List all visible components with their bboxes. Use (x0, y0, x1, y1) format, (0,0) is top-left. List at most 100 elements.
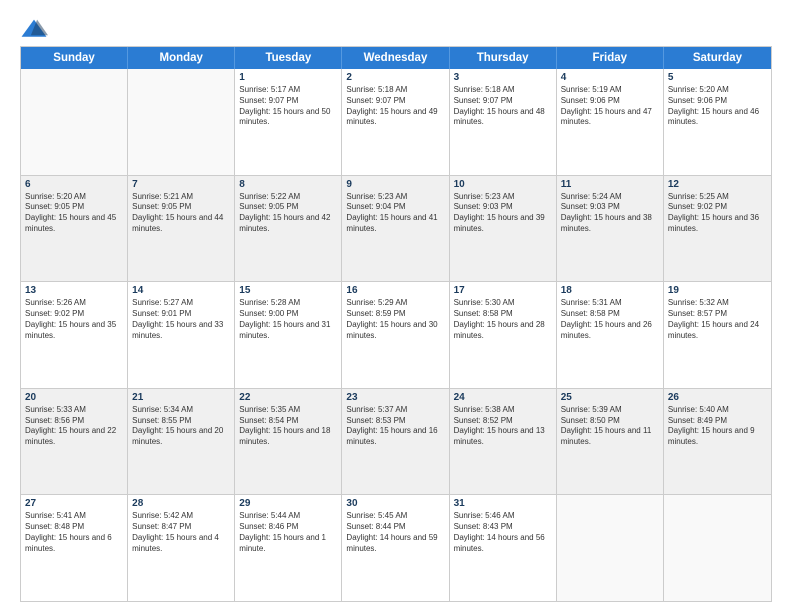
day-number: 2 (346, 72, 444, 83)
calendar-cell: 1 Sunrise: 5:17 AM Sunset: 9:07 PM Daylig… (235, 69, 342, 175)
day-info: Sunrise: 5:20 AM Sunset: 9:06 PM Dayligh… (668, 85, 767, 128)
day-number: 27 (25, 498, 123, 509)
header-day-sunday: Sunday (21, 47, 128, 69)
calendar-row-4: 20 Sunrise: 5:33 AM Sunset: 8:56 PM Dayli… (21, 388, 771, 495)
day-number: 6 (25, 179, 123, 190)
calendar-cell: 19 Sunrise: 5:32 AM Sunset: 8:57 PM Dayli… (664, 282, 771, 388)
calendar-cell: 25 Sunrise: 5:39 AM Sunset: 8:50 PM Dayli… (557, 389, 664, 495)
day-number: 31 (454, 498, 552, 509)
day-info: Sunrise: 5:46 AM Sunset: 8:43 PM Dayligh… (454, 511, 552, 554)
header-row (20, 18, 772, 40)
day-number: 17 (454, 285, 552, 296)
calendar-cell: 9Sunrise: 5:23 AM Sunset: 9:04 PM Daylig… (342, 176, 449, 282)
day-info: Sunrise: 5:30 AM Sunset: 8:58 PM Dayligh… (454, 298, 552, 341)
day-info: Sunrise: 5:39 AM Sunset: 8:50 PM Dayligh… (561, 405, 659, 448)
day-info: Sunrise: 5:34 AM Sunset: 8:55 PM Dayligh… (132, 405, 230, 448)
calendar-cell: 21 Sunrise: 5:34 AM Sunset: 8:55 PM Dayli… (128, 389, 235, 495)
day-number: 24 (454, 392, 552, 403)
calendar-row-2: 6 Sunrise: 5:20 AM Sunset: 9:05 PM Daylig… (21, 175, 771, 282)
day-info: Sunrise: 5:18 AM Sunset: 9:07 PM Dayligh… (454, 85, 552, 128)
day-number: 20 (25, 392, 123, 403)
calendar-cell (664, 495, 771, 601)
day-info: Sunrise: 5:25 AM Sunset: 9:02 PM Dayligh… (668, 192, 767, 235)
day-info: Sunrise: 5:19 AM Sunset: 9:06 PM Dayligh… (561, 85, 659, 128)
calendar-row-1: 1 Sunrise: 5:17 AM Sunset: 9:07 PM Daylig… (21, 69, 771, 175)
day-info: Sunrise: 5:42 AM Sunset: 8:47 PM Dayligh… (132, 511, 230, 554)
day-number: 26 (668, 392, 767, 403)
day-number: 4 (561, 72, 659, 83)
day-info: Sunrise: 5:21 AM Sunset: 9:05 PM Dayligh… (132, 192, 230, 235)
day-number: 22 (239, 392, 337, 403)
day-number: 18 (561, 285, 659, 296)
logo-icon (20, 18, 48, 40)
day-number: 16 (346, 285, 444, 296)
day-number: 28 (132, 498, 230, 509)
day-number: 19 (668, 285, 767, 296)
calendar-cell: 24 Sunrise: 5:38 AM Sunset: 8:52 PM Dayli… (450, 389, 557, 495)
calendar-cell: 7 Sunrise: 5:21 AM Sunset: 9:05 PM Daylig… (128, 176, 235, 282)
day-info: Sunrise: 5:35 AM Sunset: 8:54 PM Dayligh… (239, 405, 337, 448)
header-day-friday: Friday (557, 47, 664, 69)
calendar-body: 1 Sunrise: 5:17 AM Sunset: 9:07 PM Daylig… (21, 69, 771, 601)
calendar-cell: 29Sunrise: 5:44 AM Sunset: 8:46 PM Dayli… (235, 495, 342, 601)
day-number: 10 (454, 179, 552, 190)
day-number: 14 (132, 285, 230, 296)
day-number: 11 (561, 179, 659, 190)
calendar-cell: 10Sunrise: 5:23 AM Sunset: 9:03 PM Dayli… (450, 176, 557, 282)
calendar-cell (128, 69, 235, 175)
calendar-cell: 17 Sunrise: 5:30 AM Sunset: 8:58 PM Dayli… (450, 282, 557, 388)
calendar-cell: 13 Sunrise: 5:26 AM Sunset: 9:02 PM Dayli… (21, 282, 128, 388)
calendar: SundayMondayTuesdayWednesdayThursdayFrid… (20, 46, 772, 602)
day-info: Sunrise: 5:28 AM Sunset: 9:00 PM Dayligh… (239, 298, 337, 341)
day-number: 3 (454, 72, 552, 83)
calendar-row-3: 13 Sunrise: 5:26 AM Sunset: 9:02 PM Dayli… (21, 281, 771, 388)
calendar-cell: 23 Sunrise: 5:37 AM Sunset: 8:53 PM Dayli… (342, 389, 449, 495)
day-number: 25 (561, 392, 659, 403)
day-number: 13 (25, 285, 123, 296)
calendar-cell: 18 Sunrise: 5:31 AM Sunset: 8:58 PM Dayli… (557, 282, 664, 388)
day-number: 29 (239, 498, 337, 509)
header-day-thursday: Thursday (450, 47, 557, 69)
calendar-cell: 27 Sunrise: 5:41 AM Sunset: 8:48 PM Dayli… (21, 495, 128, 601)
header-day-tuesday: Tuesday (235, 47, 342, 69)
calendar-cell: 31 Sunrise: 5:46 AM Sunset: 8:43 PM Dayli… (450, 495, 557, 601)
day-info: Sunrise: 5:26 AM Sunset: 9:02 PM Dayligh… (25, 298, 123, 341)
calendar-header: SundayMondayTuesdayWednesdayThursdayFrid… (21, 47, 771, 69)
calendar-cell: 12 Sunrise: 5:25 AM Sunset: 9:02 PM Dayli… (664, 176, 771, 282)
day-info: Sunrise: 5:40 AM Sunset: 8:49 PM Dayligh… (668, 405, 767, 448)
calendar-cell (557, 495, 664, 601)
day-info: Sunrise: 5:20 AM Sunset: 9:05 PM Dayligh… (25, 192, 123, 235)
header-day-monday: Monday (128, 47, 235, 69)
calendar-cell: 3 Sunrise: 5:18 AM Sunset: 9:07 PM Daylig… (450, 69, 557, 175)
day-info: Sunrise: 5:33 AM Sunset: 8:56 PM Dayligh… (25, 405, 123, 448)
calendar-row-5: 27 Sunrise: 5:41 AM Sunset: 8:48 PM Dayli… (21, 494, 771, 601)
day-info: Sunrise: 5:45 AM Sunset: 8:44 PM Dayligh… (346, 511, 444, 554)
day-number: 23 (346, 392, 444, 403)
calendar-cell: 30Sunrise: 5:45 AM Sunset: 8:44 PM Dayli… (342, 495, 449, 601)
day-number: 7 (132, 179, 230, 190)
day-info: Sunrise: 5:37 AM Sunset: 8:53 PM Dayligh… (346, 405, 444, 448)
calendar-cell: 8Sunrise: 5:22 AM Sunset: 9:05 PM Daylig… (235, 176, 342, 282)
calendar-cell: 16Sunrise: 5:29 AM Sunset: 8:59 PM Dayli… (342, 282, 449, 388)
calendar-cell: 11 Sunrise: 5:24 AM Sunset: 9:03 PM Dayli… (557, 176, 664, 282)
day-info: Sunrise: 5:31 AM Sunset: 8:58 PM Dayligh… (561, 298, 659, 341)
calendar-cell: 20 Sunrise: 5:33 AM Sunset: 8:56 PM Dayli… (21, 389, 128, 495)
page: SundayMondayTuesdayWednesdayThursdayFrid… (0, 0, 792, 612)
day-number: 21 (132, 392, 230, 403)
calendar-cell: 6 Sunrise: 5:20 AM Sunset: 9:05 PM Daylig… (21, 176, 128, 282)
day-info: Sunrise: 5:38 AM Sunset: 8:52 PM Dayligh… (454, 405, 552, 448)
day-info: Sunrise: 5:24 AM Sunset: 9:03 PM Dayligh… (561, 192, 659, 235)
header-day-saturday: Saturday (664, 47, 771, 69)
calendar-cell (21, 69, 128, 175)
day-info: Sunrise: 5:32 AM Sunset: 8:57 PM Dayligh… (668, 298, 767, 341)
day-number: 1 (239, 72, 337, 83)
calendar-cell: 22 Sunrise: 5:35 AM Sunset: 8:54 PM Dayli… (235, 389, 342, 495)
day-info: Sunrise: 5:27 AM Sunset: 9:01 PM Dayligh… (132, 298, 230, 341)
calendar-cell: 28 Sunrise: 5:42 AM Sunset: 8:47 PM Dayli… (128, 495, 235, 601)
day-info: Sunrise: 5:41 AM Sunset: 8:48 PM Dayligh… (25, 511, 123, 554)
day-number: 12 (668, 179, 767, 190)
header-day-wednesday: Wednesday (342, 47, 449, 69)
calendar-cell: 26 Sunrise: 5:40 AM Sunset: 8:49 PM Dayli… (664, 389, 771, 495)
day-number: 9 (346, 179, 444, 190)
day-info: Sunrise: 5:17 AM Sunset: 9:07 PM Dayligh… (239, 85, 337, 128)
